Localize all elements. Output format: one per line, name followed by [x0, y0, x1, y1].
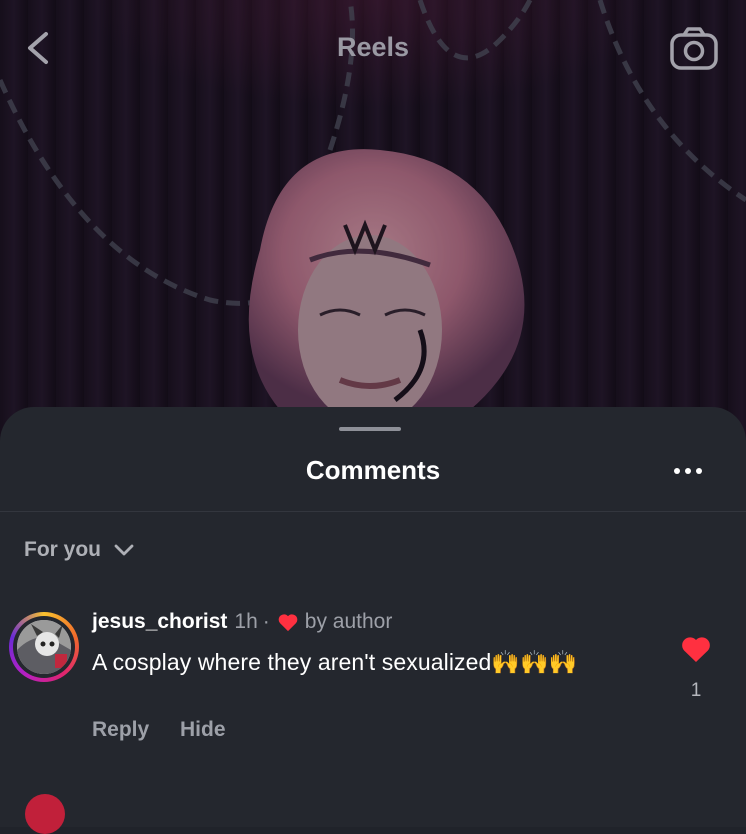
- sort-dropdown[interactable]: For you: [24, 535, 135, 565]
- avatar[interactable]: [25, 794, 65, 834]
- heart-icon: [278, 614, 298, 632]
- sheet-title: Comments: [305, 455, 441, 485]
- avatar[interactable]: [9, 612, 79, 682]
- comment-username[interactable]: jesus_chorist: [92, 610, 227, 634]
- sheet-drag-handle[interactable]: [339, 427, 401, 431]
- divider: [0, 511, 746, 512]
- page-title: Reels: [336, 32, 410, 62]
- camera-icon[interactable]: [668, 26, 720, 72]
- sort-label: For you: [24, 538, 101, 561]
- avatar-image: [17, 620, 71, 674]
- reel-video-preview: Reels: [0, 0, 746, 440]
- comment-text: A cosplay where they aren't sexualized🙌🙌…: [92, 649, 578, 675]
- reels-header: Reels: [0, 0, 746, 96]
- comment-meta: jesus_chorist 1h · by author: [92, 610, 392, 634]
- like-count: 1: [690, 680, 702, 701]
- comment-time: 1h: [234, 610, 258, 633]
- chevron-down-icon: [114, 544, 134, 556]
- reply-button[interactable]: Reply: [92, 718, 149, 742]
- more-horizontal-icon[interactable]: [668, 459, 708, 483]
- liked-by-author-label: by author: [304, 610, 393, 633]
- hide-button[interactable]: Hide: [180, 718, 226, 742]
- heart-icon[interactable]: [680, 634, 712, 664]
- meta-separator: ·: [262, 610, 270, 633]
